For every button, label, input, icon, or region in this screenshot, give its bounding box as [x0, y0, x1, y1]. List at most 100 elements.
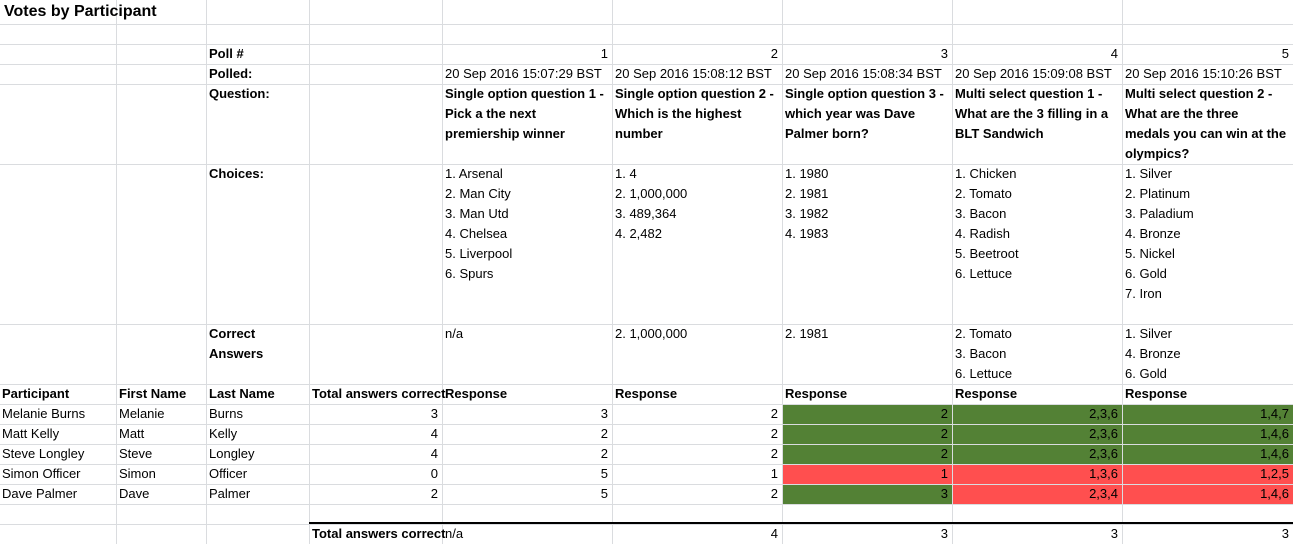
- total-value: n/a: [445, 526, 464, 541]
- question-text: Single option question 2 -: [615, 86, 774, 101]
- choice-item: 1. Silver: [1125, 166, 1172, 181]
- total-correct: 3: [430, 406, 438, 421]
- choice-item: 4. Chelsea: [445, 226, 508, 241]
- first-name: Matt: [119, 426, 145, 441]
- first-name: Steve: [119, 446, 153, 461]
- total-value: 3: [1281, 526, 1289, 541]
- column-gridline: [782, 0, 783, 544]
- response-value: 1,4,6: [1260, 426, 1289, 441]
- question-text: What are the 3 filling in a: [955, 106, 1109, 121]
- poll-number: 1: [600, 46, 608, 61]
- choice-item: 6. Gold: [1125, 266, 1167, 281]
- question-text: BLT Sandwich: [955, 126, 1044, 141]
- first-name: Dave: [119, 486, 150, 501]
- choice-item: 5. Liverpool: [445, 246, 513, 261]
- choice-item: 7. Iron: [1125, 286, 1162, 301]
- choice-item: 2. Man City: [445, 186, 511, 201]
- question-text: olympics?: [1125, 146, 1190, 161]
- response-header: Response: [445, 386, 508, 401]
- choice-item: 1. Chicken: [955, 166, 1017, 181]
- question-text: Single option question 3 -: [785, 86, 944, 101]
- response-value: 5: [600, 486, 608, 501]
- choice-item: 3. 489,364: [615, 206, 677, 221]
- response-value: 2: [770, 406, 778, 421]
- choice-item: 1. 4: [615, 166, 637, 181]
- totals-label: Total answers correct: [312, 526, 446, 541]
- column-gridline: [1122, 0, 1123, 544]
- choice-item: 2. 1,000,000: [615, 186, 688, 201]
- response-value: 2: [770, 446, 778, 461]
- response-value: 1,3,6: [1089, 466, 1118, 481]
- choice-item: 3. Bacon: [955, 206, 1007, 221]
- question-text: Single option question 1 -: [445, 86, 604, 101]
- poll-number: 3: [940, 46, 948, 61]
- choice-item: 2. 1981: [785, 186, 829, 201]
- response-value: 2: [940, 406, 948, 421]
- last-name: Kelly: [209, 426, 238, 441]
- correct-answer: 2. 1,000,000: [615, 326, 688, 341]
- response-header: Response: [615, 386, 678, 401]
- choice-item: 4. Bronze: [1125, 226, 1181, 241]
- response-value: 2: [600, 426, 608, 441]
- participant-name: Steve Longley: [2, 446, 85, 461]
- question-text: which year was Dave: [785, 106, 916, 121]
- poll-timestamp: 20 Sep 2016 15:09:08 BST: [955, 66, 1112, 81]
- question-text: Which is the highest: [615, 106, 742, 121]
- response-value: 2,3,6: [1089, 426, 1118, 441]
- choice-item: 6. Spurs: [445, 266, 494, 281]
- participant-name: Matt Kelly: [2, 426, 60, 441]
- response-header: Response: [785, 386, 848, 401]
- response-value: 5: [600, 466, 608, 481]
- choice-item: 4. Radish: [955, 226, 1010, 241]
- last-name: Longley: [209, 446, 255, 461]
- question-text: Multi select question 2 -: [1125, 86, 1273, 101]
- choice-item: 3. Paladium: [1125, 206, 1194, 221]
- question-text: number: [615, 126, 663, 141]
- participant-header: Participant: [2, 386, 70, 401]
- poll-timestamp: 20 Sep 2016 15:08:34 BST: [785, 66, 942, 81]
- correct-answer: 4. Bronze: [1125, 346, 1181, 361]
- correct-answers-label: Correct: [209, 326, 256, 341]
- correct-answers-label: Answers: [209, 346, 264, 361]
- last-name-header: Last Name: [209, 386, 275, 401]
- column-gridline: [952, 0, 953, 544]
- first-name-header: First Name: [119, 386, 187, 401]
- participant-name: Melanie Burns: [2, 406, 86, 421]
- correct-answer: 1. Silver: [1125, 326, 1172, 341]
- choice-item: 5. Nickel: [1125, 246, 1175, 261]
- choice-item: 4. 2,482: [615, 226, 662, 241]
- correct-answer: 6. Lettuce: [955, 366, 1013, 381]
- participant-name: Dave Palmer: [2, 486, 78, 501]
- poll-timestamp: 20 Sep 2016 15:08:12 BST: [615, 66, 772, 81]
- response-value: 2,3,6: [1089, 406, 1118, 421]
- question-text: Palmer born?: [785, 126, 869, 141]
- choice-item: 2. Tomato: [955, 186, 1012, 201]
- question-text: medals you can win at the: [1125, 126, 1287, 141]
- column-gridline: [116, 0, 117, 544]
- response-value: 3: [600, 406, 608, 421]
- response-value: 1: [770, 466, 778, 481]
- choice-item: 6. Lettuce: [955, 266, 1013, 281]
- last-name: Palmer: [209, 486, 251, 501]
- spreadsheet-grid: Votes by Participant Poll # Polled: Questio…: [0, 0, 1293, 544]
- choice-item: 1. 1980: [785, 166, 829, 181]
- response-value: 2: [940, 426, 948, 441]
- polled-label: Polled:: [209, 66, 253, 81]
- correct-answer: 2. 1981: [785, 326, 829, 341]
- poll-number: 5: [1281, 46, 1289, 61]
- question-text: premiership winner: [445, 126, 565, 141]
- correct-answer: 2. Tomato: [955, 326, 1012, 341]
- first-name: Simon: [119, 466, 156, 481]
- response-value: 2: [600, 446, 608, 461]
- question-label: Question:: [209, 86, 270, 101]
- correct-answer: 3. Bacon: [955, 346, 1007, 361]
- response-value: 1: [940, 466, 948, 481]
- poll-number: 2: [770, 46, 778, 61]
- participant-name: Simon Officer: [2, 466, 81, 481]
- response-value: 1,4,6: [1260, 446, 1289, 461]
- page-title: Votes by Participant: [4, 3, 157, 20]
- response-value: 2,3,4: [1089, 486, 1118, 501]
- correct-answer: 6. Gold: [1125, 366, 1167, 381]
- row-gridline: [0, 504, 1293, 505]
- column-gridline: [206, 0, 207, 544]
